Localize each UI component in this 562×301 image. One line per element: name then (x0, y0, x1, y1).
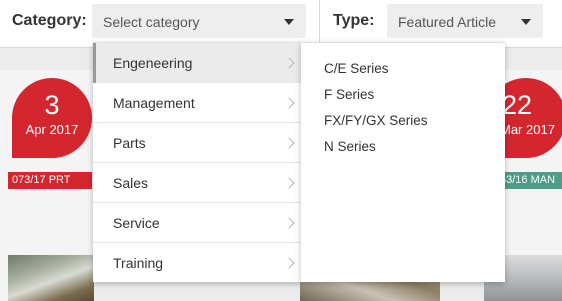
menu-item-sales[interactable]: Sales (93, 163, 301, 203)
chevron-right-icon (283, 177, 295, 189)
menu-item-engineering[interactable]: Engeneering (93, 43, 301, 83)
caret-down-icon (521, 19, 531, 25)
menu-item-label: Training (113, 255, 164, 271)
menu-item-label: Engeneering (113, 55, 193, 71)
chevron-right-icon (283, 257, 295, 269)
menu-item-training[interactable]: Training (93, 243, 301, 283)
menu-item-label: Sales (113, 175, 149, 191)
type-select-text: Featured Article (398, 14, 497, 30)
article-tag: 63/16 MAN (496, 172, 562, 189)
article-tag: 073/17 PRT (8, 172, 92, 189)
category-submenu: C/E Series F Series FX/FY/GX Series N Se… (301, 42, 505, 282)
type-select[interactable]: Featured Article (387, 4, 543, 38)
submenu-item-ce-series[interactable]: C/E Series (324, 61, 389, 76)
category-select[interactable]: Select category (92, 4, 306, 38)
date-day: 3 (44, 90, 60, 120)
filter-bar: Category: Select category Type: Featured… (0, 0, 562, 48)
category-label: Category: (12, 12, 87, 29)
article-image[interactable] (8, 255, 94, 301)
date-badge: 3 Apr 2017 (12, 78, 92, 158)
menu-item-service[interactable]: Service (93, 203, 301, 243)
submenu-item-n-series[interactable]: N Series (324, 139, 376, 154)
chevron-right-icon (283, 217, 295, 229)
menu-item-label: Parts (113, 135, 146, 151)
menu-item-parts[interactable]: Parts (93, 123, 301, 163)
category-dropdown-menu: Engeneering Management Parts Sales Servi… (93, 42, 301, 282)
menu-item-management[interactable]: Management (93, 83, 301, 123)
chevron-right-icon (283, 137, 295, 149)
submenu-item-f-series[interactable]: F Series (324, 87, 374, 102)
caret-down-icon (284, 19, 294, 25)
date-day: 22 (502, 90, 533, 120)
menu-item-label: Management (113, 95, 195, 111)
menu-item-label: Service (113, 215, 160, 231)
date-month: Mar 2017 (500, 122, 555, 137)
filter-divider (319, 0, 320, 48)
chevron-right-icon (283, 97, 295, 109)
date-month: Apr 2017 (25, 122, 79, 137)
chevron-right-icon (283, 57, 295, 69)
category-select-text: Select category (103, 14, 200, 30)
type-label: Type: (333, 12, 375, 29)
submenu-item-fx-fy-gx-series[interactable]: FX/FY/GX Series (324, 113, 428, 128)
